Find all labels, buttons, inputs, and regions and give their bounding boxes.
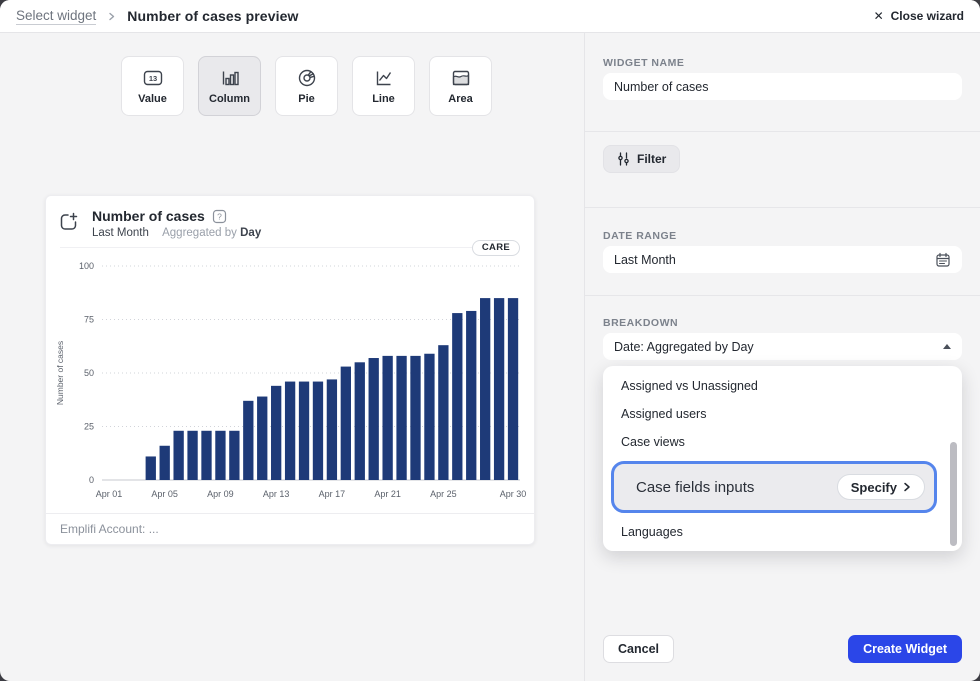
- breakdown-option-case-views[interactable]: Case views: [603, 428, 962, 456]
- svg-text:Apr 30: Apr 30: [500, 489, 527, 499]
- widget-type-label: Pie: [298, 93, 315, 105]
- page-title: Number of cases preview: [127, 8, 298, 24]
- filter-button[interactable]: Filter: [603, 145, 680, 173]
- chart-period: Last Month: [92, 227, 149, 239]
- calendar-icon: [935, 252, 951, 268]
- widget-type-area[interactable]: Area: [429, 56, 492, 116]
- section-divider: [585, 207, 980, 208]
- aggregated-by-label: Aggregated by: [162, 227, 237, 239]
- create-widget-button[interactable]: Create Widget: [848, 635, 962, 663]
- widget-name-label: WIDGET NAME: [603, 57, 684, 69]
- specify-button[interactable]: Specify: [837, 474, 925, 500]
- svg-text:Apr 13: Apr 13: [263, 489, 290, 499]
- cancel-button[interactable]: Cancel: [603, 635, 674, 663]
- care-badge: CARE: [472, 240, 520, 256]
- svg-text:Number of cases: Number of cases: [55, 341, 65, 405]
- chart-preview-card: Number of cases ? Last Month Aggregated …: [45, 195, 535, 545]
- top-bar: Select widget Number of cases preview ✕ …: [0, 0, 980, 33]
- cancel-label: Cancel: [618, 642, 659, 656]
- date-range-value: Last Month: [614, 253, 935, 267]
- breadcrumb-select-widget[interactable]: Select widget: [16, 8, 96, 25]
- svg-text:100: 100: [79, 261, 94, 271]
- chevron-right-icon: [903, 482, 911, 492]
- breakdown-option-assigned-users[interactable]: Assigned users: [603, 400, 962, 428]
- close-icon: ✕: [874, 9, 884, 23]
- widget-type-value[interactable]: 13 Value: [121, 56, 184, 116]
- widget-name-input[interactable]: [614, 80, 951, 94]
- widget-type-column[interactable]: Column: [198, 56, 261, 116]
- breakdown-select[interactable]: Date: Aggregated by Day: [603, 333, 962, 360]
- svg-text:13: 13: [148, 74, 156, 83]
- widget-type-label: Line: [372, 93, 395, 105]
- svg-text:Apr 17: Apr 17: [319, 489, 346, 499]
- svg-text:0: 0: [89, 475, 94, 485]
- aggregated-by-value: Day: [240, 227, 261, 239]
- svg-text:Apr 09: Apr 09: [207, 489, 234, 499]
- value-chart-icon: 13: [140, 68, 166, 88]
- filter-sliders-icon: [617, 152, 630, 166]
- area-chart-icon: [450, 68, 472, 88]
- svg-text:Apr 21: Apr 21: [374, 489, 401, 499]
- widget-wizard-window: Select widget Number of cases preview ✕ …: [0, 0, 980, 681]
- breakdown-dropdown: Assigned vs Unassigned Assigned users Ca…: [603, 366, 962, 551]
- chart-title: Number of cases: [92, 208, 205, 224]
- svg-text:75: 75: [84, 315, 94, 325]
- account-label: Emplifi Account: ...: [60, 522, 159, 536]
- svg-text:50: 50: [84, 368, 94, 378]
- specify-label: Specify: [851, 480, 897, 495]
- widget-type-selector: 13 Value Column Pie: [121, 56, 492, 116]
- breakdown-option-case-fields-inputs[interactable]: Case fields inputs Specify: [611, 461, 937, 513]
- svg-text:Apr 05: Apr 05: [151, 489, 178, 499]
- help-icon[interactable]: ?: [212, 209, 227, 224]
- section-divider: [585, 131, 980, 132]
- section-divider: [585, 295, 980, 296]
- widget-type-line[interactable]: Line: [352, 56, 415, 116]
- badge-separator-line: [60, 247, 520, 248]
- widget-type-pie[interactable]: Pie: [275, 56, 338, 116]
- date-range-field[interactable]: Last Month: [603, 246, 962, 273]
- breakdown-label: BREAKDOWN: [603, 317, 678, 329]
- close-wizard-label: Close wizard: [891, 9, 964, 23]
- widget-type-label: Column: [209, 93, 250, 105]
- line-chart-icon: [373, 68, 395, 88]
- pie-chart-icon: [297, 68, 317, 88]
- svg-text:?: ?: [217, 211, 222, 221]
- date-range-label: DATE RANGE: [603, 230, 677, 242]
- filter-label: Filter: [637, 152, 666, 166]
- column-chart-icon: [219, 68, 241, 88]
- widget-name-field[interactable]: [603, 73, 962, 100]
- svg-text:25: 25: [84, 422, 94, 432]
- breakdown-option-languages[interactable]: Languages: [603, 518, 962, 546]
- chevron-right-icon: [107, 12, 116, 21]
- case-fields-inputs-label: Case fields inputs: [636, 479, 754, 496]
- settings-pane: WIDGET NAME Filter DATE RANGE Last Month: [585, 33, 980, 681]
- chart-subtitle: Last Month Aggregated by Day: [92, 227, 261, 239]
- preview-pane: 13 Value Column Pie: [0, 33, 585, 681]
- add-widget-icon: [58, 211, 80, 239]
- caret-up-icon: [943, 344, 951, 349]
- dropdown-scrollbar[interactable]: [950, 442, 957, 546]
- close-wizard-button[interactable]: ✕ Close wizard: [874, 9, 964, 23]
- svg-text:Apr 01: Apr 01: [96, 489, 123, 499]
- widget-type-label: Value: [138, 93, 167, 105]
- chart-footer: Emplifi Account: ...: [46, 513, 534, 544]
- breakdown-value: Date: Aggregated by Day: [614, 340, 943, 354]
- create-widget-label: Create Widget: [863, 642, 947, 656]
- widget-type-label: Area: [448, 93, 472, 105]
- cases-bar-chart: 0 25 50 75 100 Number of cases Apr 01 Apr 05 Apr…: [52, 256, 530, 508]
- svg-text:Apr 25: Apr 25: [430, 489, 457, 499]
- badge-row: CARE: [60, 240, 520, 254]
- chart-plot-area: 0 25 50 75 100 Number of cases Apr 01 Apr 05 Apr…: [52, 256, 530, 513]
- breakdown-option-assigned-vs-unassigned[interactable]: Assigned vs Unassigned: [603, 372, 962, 400]
